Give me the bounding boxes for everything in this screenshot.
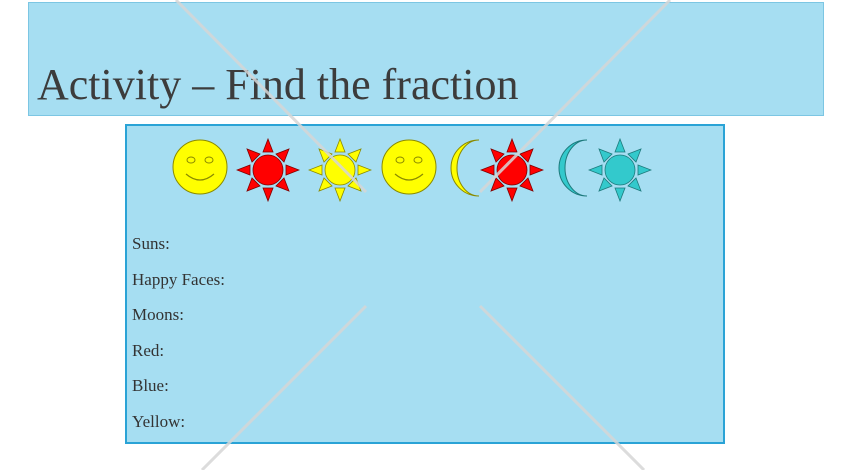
sun-icon: [308, 138, 372, 202]
title-banner: Activity – Find the fraction: [28, 2, 824, 116]
question-red: Red:: [132, 340, 165, 360]
moon-icon: [551, 138, 591, 198]
page-title: Activity – Find the fraction: [37, 60, 519, 109]
question-happy-faces: Happy Faces:: [132, 269, 226, 289]
activity-panel: Suns: Happy Faces: Moons: Red: Blue: Yel…: [125, 124, 725, 444]
sun-icon: [236, 138, 300, 202]
question-moons: Moons:: [132, 305, 184, 325]
smiley-face-icon: [380, 138, 438, 196]
question-suns: Suns:: [132, 234, 170, 253]
moon-icon: [443, 138, 483, 198]
question-blue: Blue:: [132, 376, 169, 396]
question-yellow: Yellow:: [132, 411, 186, 431]
sun-icon: [480, 138, 544, 202]
question-list: Suns: Happy Faces: Moons: Red: Blue: Yel…: [132, 234, 225, 448]
smiley-face-icon: [171, 138, 229, 196]
sun-icon: [588, 138, 652, 202]
